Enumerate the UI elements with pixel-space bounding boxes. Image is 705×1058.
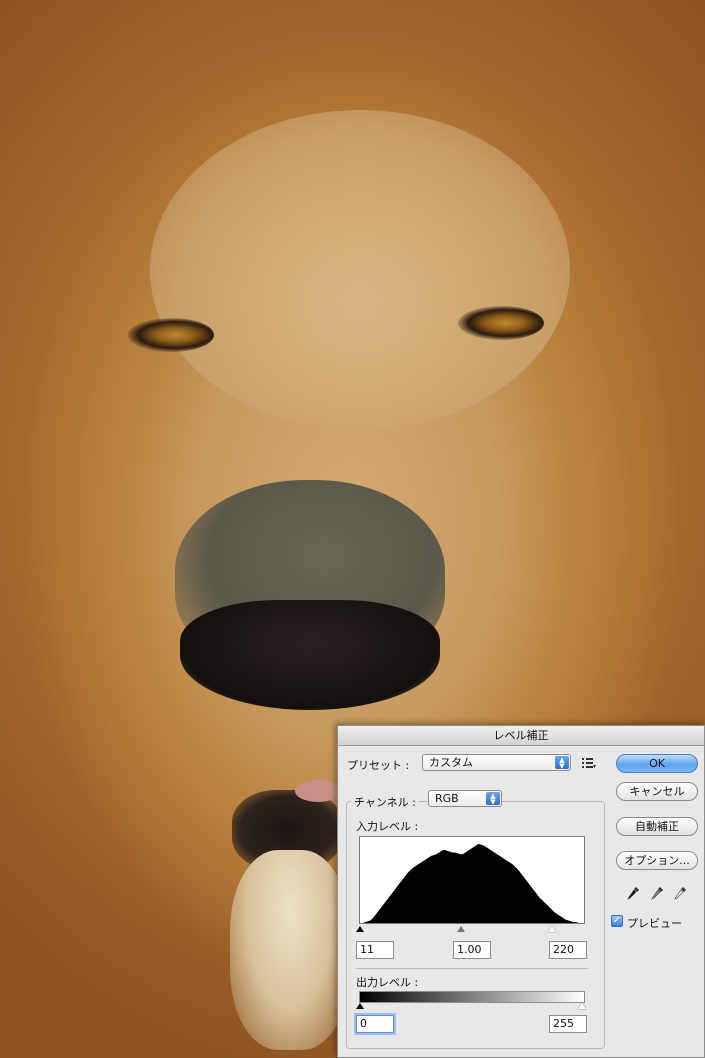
channel-select-value: RGB [435,792,459,805]
preset-label: プリセット : [347,759,410,772]
input-black-field[interactable]: 11 [356,941,394,959]
lion-right-eye [458,306,544,340]
lion-tongue [295,780,341,802]
black-eyedropper-icon[interactable] [626,886,640,902]
preview-label: プレビュー [627,917,682,930]
section-divider [356,968,588,969]
input-white-slider[interactable] [548,926,556,932]
white-eyedropper-icon[interactable] [673,886,687,902]
preset-select[interactable]: カスタム ▲ ▼ [422,754,571,771]
lion-forehead [150,110,570,430]
gray-eyedropper-icon[interactable] [650,886,664,902]
preset-select-value: カスタム [429,756,473,769]
levels-dialog: レベル補正 プリセット : カスタム ▲ ▼ OK キャンセル 自動補正 オプショ… [337,725,705,1058]
output-black-slider[interactable] [356,1003,364,1009]
lion-nose [180,600,440,710]
input-gamma-slider[interactable] [457,926,465,932]
output-white-field[interactable]: 255 [549,1015,587,1033]
auto-button[interactable]: 自動補正 [616,817,698,836]
channel-select[interactable]: RGB ▲ ▼ [428,790,502,807]
dialog-title: レベル補正 [338,726,704,746]
cancel-button[interactable]: キャンセル [616,782,698,801]
histogram-area [360,843,584,923]
select-arrows-icon: ▲ ▼ [486,792,500,806]
options-button[interactable]: オプション... [616,851,698,870]
input-black-slider[interactable] [356,926,364,932]
select-arrows-icon: ▲ ▼ [555,756,569,770]
channel-label: チャンネル : [351,794,419,810]
output-black-field[interactable]: 0 [356,1015,394,1033]
lion-left-eye [128,318,214,352]
output-levels-label: 出力レベル : [356,976,419,989]
lion-chin [230,850,350,1050]
histogram [359,836,585,924]
checkmark-icon: ✓ [612,915,622,926]
ok-button[interactable]: OK [616,754,698,773]
preset-menu-icon[interactable] [582,757,596,769]
output-white-slider[interactable] [578,1003,586,1009]
histogram-plot [360,843,584,923]
input-white-field[interactable]: 220 [549,941,587,959]
input-gamma-field[interactable]: 1.00 [453,941,491,959]
input-levels-label: 入力レベル : [356,820,419,833]
output-gradient [359,991,585,1003]
preview-checkbox[interactable]: ✓ [611,915,623,927]
